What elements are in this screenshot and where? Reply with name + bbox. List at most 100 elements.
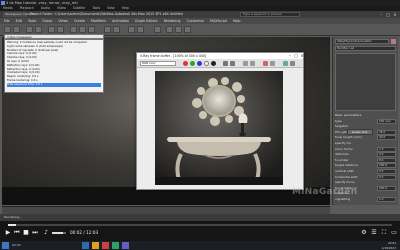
player-menu-playback[interactable]: Playback bbox=[20, 6, 34, 10]
modifier-list-dropdown[interactable]: Modifier List bbox=[335, 46, 396, 51]
snap-icon[interactable] bbox=[104, 26, 111, 33]
player-menu-tools[interactable]: Tools bbox=[92, 6, 100, 10]
param-value-field[interactable]: 36.0 bbox=[377, 129, 396, 135]
play-icon[interactable]: ▶ bbox=[4, 229, 12, 237]
track-mouse-icon[interactable] bbox=[243, 61, 248, 66]
taskbar-app-icon-ie[interactable] bbox=[82, 242, 89, 249]
red-channel-icon[interactable] bbox=[183, 61, 188, 66]
blue-channel-icon[interactable] bbox=[197, 61, 202, 66]
param-value-field[interactable]: 0.0 bbox=[377, 174, 396, 180]
select-icon[interactable] bbox=[48, 26, 55, 33]
render-last-icon[interactable] bbox=[263, 61, 268, 66]
max-menu-maxscript[interactable]: MAXScript bbox=[210, 19, 227, 23]
max-menu-file[interactable]: File bbox=[4, 19, 10, 23]
max-menu-views[interactable]: Views bbox=[58, 19, 68, 23]
select-by-name-icon[interactable] bbox=[57, 26, 64, 33]
param-label: vignetting bbox=[335, 197, 351, 201]
angle-snap-icon[interactable] bbox=[113, 26, 120, 33]
player-menu-help[interactable]: Help bbox=[122, 6, 129, 10]
max-application: Workspace: Default Project Folder: C:\Us… bbox=[0, 11, 400, 221]
param-value-field[interactable]: 1.0 bbox=[377, 146, 396, 152]
taskbar-app-icon-vray[interactable] bbox=[122, 242, 129, 249]
region-render-icon[interactable] bbox=[250, 61, 255, 66]
param-value-field[interactable]: 200.0 bbox=[377, 163, 396, 169]
link-icon[interactable] bbox=[26, 26, 33, 33]
max-menu-graph-editors[interactable]: Graph Editors bbox=[135, 19, 158, 23]
mirror-icon[interactable] bbox=[128, 26, 135, 33]
max-menu-group[interactable]: Group bbox=[42, 19, 52, 23]
channel-select[interactable]: RGB color bbox=[140, 61, 176, 66]
player-menu-view[interactable]: View bbox=[107, 6, 115, 10]
time-slider[interactable] bbox=[2, 206, 330, 214]
object-name-field[interactable]: VRayPhysicalCamera001 bbox=[335, 39, 389, 44]
rotate-icon[interactable] bbox=[79, 26, 86, 33]
param-label: target distance bbox=[335, 163, 358, 168]
stop-render-icon[interactable] bbox=[270, 61, 275, 66]
max-menu-edit[interactable]: Edit bbox=[16, 19, 22, 23]
player-menu-video[interactable]: Video bbox=[57, 6, 66, 10]
maximize-icon[interactable]: □ bbox=[385, 12, 391, 17]
close-icon[interactable]: × bbox=[392, 12, 398, 17]
history-icon[interactable] bbox=[290, 61, 295, 66]
mono-channel-icon[interactable] bbox=[211, 61, 216, 66]
clear-image-icon[interactable] bbox=[230, 61, 235, 66]
taskbar-app-icon-3dsmax[interactable] bbox=[112, 242, 119, 249]
max-menu-rendering[interactable]: Rendering bbox=[164, 19, 181, 23]
start-icon[interactable] bbox=[2, 242, 9, 249]
volume-icon[interactable]: ♪ bbox=[42, 229, 50, 237]
max-menu-help[interactable]: Help bbox=[233, 19, 241, 23]
fullscreen-icon[interactable]: ⛶ bbox=[380, 229, 388, 237]
param-label: specify focus bbox=[335, 180, 355, 185]
align-icon[interactable] bbox=[137, 26, 144, 33]
max-search-input[interactable]: Type a keyword or phrase bbox=[240, 12, 300, 17]
object-color-swatch[interactable] bbox=[391, 39, 396, 44]
guess-vert-button[interactable]: Guess vert. bbox=[347, 129, 373, 135]
previous-icon[interactable]: ⏮ bbox=[13, 229, 21, 237]
stop-icon[interactable]: ■ bbox=[22, 229, 30, 237]
max-menu-create[interactable]: Create bbox=[74, 19, 85, 23]
player-menu-media[interactable]: Media bbox=[3, 6, 13, 10]
pip-icon[interactable]: ▭ bbox=[390, 229, 398, 237]
rendered-image bbox=[155, 71, 283, 185]
param-value-field[interactable]: 8.0 bbox=[377, 157, 396, 163]
vray-messages-panel[interactable]: Warning: 0 irradiance map samples could … bbox=[4, 39, 104, 93]
player-menu-subtitle[interactable]: Subtitle bbox=[73, 6, 85, 10]
param-value-field[interactable]: 40.0 bbox=[377, 135, 396, 141]
system-tray-clock[interactable]: 22:01 1/19/2017 bbox=[382, 241, 396, 250]
fb-close-icon[interactable]: × bbox=[299, 53, 305, 58]
playlist-icon[interactable]: ☰ bbox=[370, 229, 378, 237]
max-menu-modifiers[interactable]: Modifiers bbox=[91, 19, 106, 23]
rendered-frame-icon[interactable] bbox=[175, 26, 182, 33]
param-value-field[interactable]: 200.0 bbox=[377, 185, 396, 191]
param-value-field[interactable]: 1.0 bbox=[377, 197, 396, 202]
minimize-icon[interactable]: – bbox=[378, 12, 384, 17]
render-teapot-icon[interactable] bbox=[184, 26, 191, 33]
material-editor-icon[interactable] bbox=[154, 26, 161, 33]
next-icon[interactable]: ⏭ bbox=[31, 229, 39, 237]
settings-icon[interactable]: ⚙ bbox=[360, 229, 368, 237]
lens-effects-icon[interactable] bbox=[283, 61, 288, 66]
volume-slider[interactable] bbox=[52, 232, 66, 234]
player-controls: ▶ ⏮ ■ ⏭ ♪ 00:02 / 12:03 ⚙ ☰ ⛶ ▭ bbox=[0, 221, 400, 241]
save-image-icon[interactable] bbox=[223, 61, 228, 66]
render-setup-icon[interactable] bbox=[166, 26, 173, 33]
param-value-field[interactable]: 0.0 bbox=[377, 169, 396, 174]
max-menu-customize[interactable]: Customize bbox=[187, 19, 204, 23]
workspace-dropdown[interactable]: Workspace: Default bbox=[3, 12, 34, 17]
redo-icon[interactable] bbox=[13, 26, 20, 33]
move-icon[interactable] bbox=[70, 26, 77, 33]
alpha-channel-icon[interactable] bbox=[204, 61, 209, 66]
green-channel-icon[interactable] bbox=[190, 61, 195, 66]
taskbar-app-icon-explorer[interactable] bbox=[92, 242, 99, 249]
param-value-field[interactable]: 0.0 bbox=[377, 152, 396, 158]
taskbar-app-icon-media[interactable] bbox=[102, 242, 109, 249]
modifier-stack[interactable] bbox=[335, 53, 396, 111]
max-menu-tools[interactable]: Tools bbox=[28, 19, 36, 23]
param-value-field[interactable]: Still cam bbox=[377, 118, 396, 124]
unlink-icon[interactable] bbox=[35, 26, 42, 33]
seek-bar[interactable] bbox=[8, 224, 392, 226]
player-menu-audio[interactable]: Audio bbox=[41, 6, 50, 10]
max-menu-animation[interactable]: Animation bbox=[112, 19, 129, 23]
scale-icon[interactable] bbox=[88, 26, 95, 33]
undo-icon[interactable] bbox=[4, 26, 11, 33]
